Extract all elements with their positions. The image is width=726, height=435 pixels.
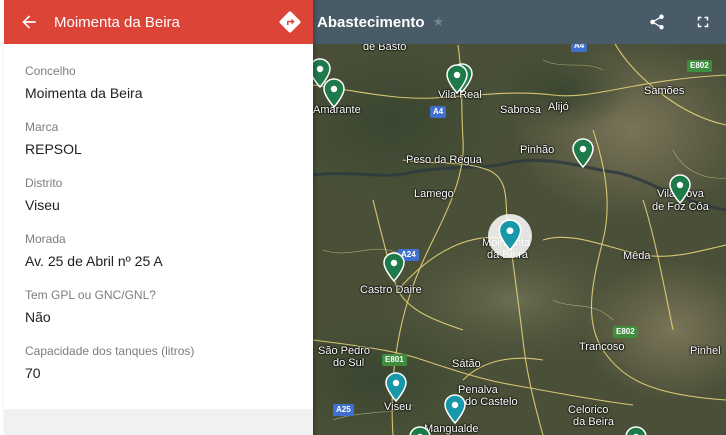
place-label: Sátão (452, 358, 481, 370)
panel-footer (4, 409, 313, 435)
field-value: Viseu (25, 197, 60, 213)
place-label: Alijó (548, 101, 569, 113)
place-label: Viseu (384, 401, 412, 413)
place-label: Mêda (623, 250, 651, 262)
field-label: Concelho (25, 64, 76, 78)
field-marca: Marca REPSOL (25, 120, 292, 159)
place-label: Pinhel (690, 345, 721, 357)
road-shield: A25 (333, 404, 354, 416)
place-label: Peso da Régua (406, 154, 482, 166)
place-label: Trancoso (579, 341, 625, 353)
map-view[interactable]: Abastecimento ★ A4 A4 E802 A24 E802 E801… (313, 0, 726, 435)
place-label: do Castelo (465, 396, 518, 408)
map-title: Abastecimento (317, 13, 425, 31)
map-marker-green[interactable] (323, 78, 345, 108)
fullscreen-button[interactable] (690, 9, 716, 35)
field-label: Distrito (25, 176, 63, 190)
field-distrito: Distrito Viseu (25, 176, 292, 215)
field-value: 70 (25, 365, 41, 381)
field-concelho: Concelho Moimenta da Beira (25, 64, 292, 103)
place-label: do Sul (333, 357, 365, 369)
arrow-back-icon (22, 15, 36, 29)
map-marker-green[interactable] (625, 426, 647, 435)
place-label: Celorico (568, 404, 609, 416)
field-value: Moimenta da Beira (25, 85, 143, 101)
map-topbar: Abastecimento ★ (313, 0, 726, 44)
field-morada: Morada Av. 25 de Abril nº 25 A (25, 232, 292, 271)
star-icon[interactable]: ★ (433, 14, 445, 30)
place-label: Pinhão (520, 144, 555, 156)
road-shield: A4 (430, 106, 447, 118)
place-label: Lamego (414, 188, 454, 200)
field-value: REPSOL (25, 141, 82, 157)
field-value: Av. 25 de Abril nº 25 A (25, 253, 163, 269)
road-shield: E802 (613, 326, 638, 338)
map-marker-green[interactable] (409, 426, 431, 435)
place-label: Samões (644, 85, 685, 97)
map-marker-green[interactable] (446, 64, 468, 94)
station-fields: Concelho Moimenta da Beira Marca REPSOL … (4, 44, 313, 383)
road-shield: E801 (382, 354, 407, 366)
field-label: Tem GPL ou GNC/GNL? (25, 288, 156, 302)
share-icon (650, 14, 664, 30)
directions-button[interactable] (277, 9, 303, 35)
selected-station-marker[interactable] (498, 219, 522, 251)
back-button[interactable] (16, 9, 42, 35)
place-label: Mangualde (424, 423, 479, 435)
field-label: Morada (25, 232, 66, 246)
panel-title: Moimenta da Beira (54, 13, 180, 31)
place-label: da Beira (573, 416, 614, 428)
map-marker-teal[interactable] (385, 372, 407, 402)
place-label: Sabrosa (500, 104, 541, 116)
map-marker-green[interactable] (383, 252, 405, 282)
fullscreen-icon (697, 16, 709, 28)
details-panel: Moimenta da Beira Concelho Moimenta da B… (4, 0, 313, 435)
app-root: Moimenta da Beira Concelho Moimenta da B… (0, 0, 726, 435)
field-label: Marca (25, 120, 59, 134)
map-marker-green[interactable] (669, 174, 691, 204)
panel-header: Moimenta da Beira (4, 0, 313, 44)
road-shield: E802 (687, 60, 712, 72)
map-marker-teal[interactable] (444, 394, 466, 424)
field-capacidade: Capacidade dos tanques (litros) 70 (25, 344, 292, 383)
directions-icon (279, 11, 301, 33)
map-marker-green[interactable] (572, 138, 594, 168)
place-label: Castro Daire (360, 284, 422, 296)
field-label: Capacidade dos tanques (litros) (25, 344, 195, 358)
field-value: Não (25, 309, 51, 325)
share-button[interactable] (644, 9, 670, 35)
place-label: São Pedro (318, 345, 370, 357)
field-gpl: Tem GPL ou GNC/GNL? Não (25, 288, 292, 327)
